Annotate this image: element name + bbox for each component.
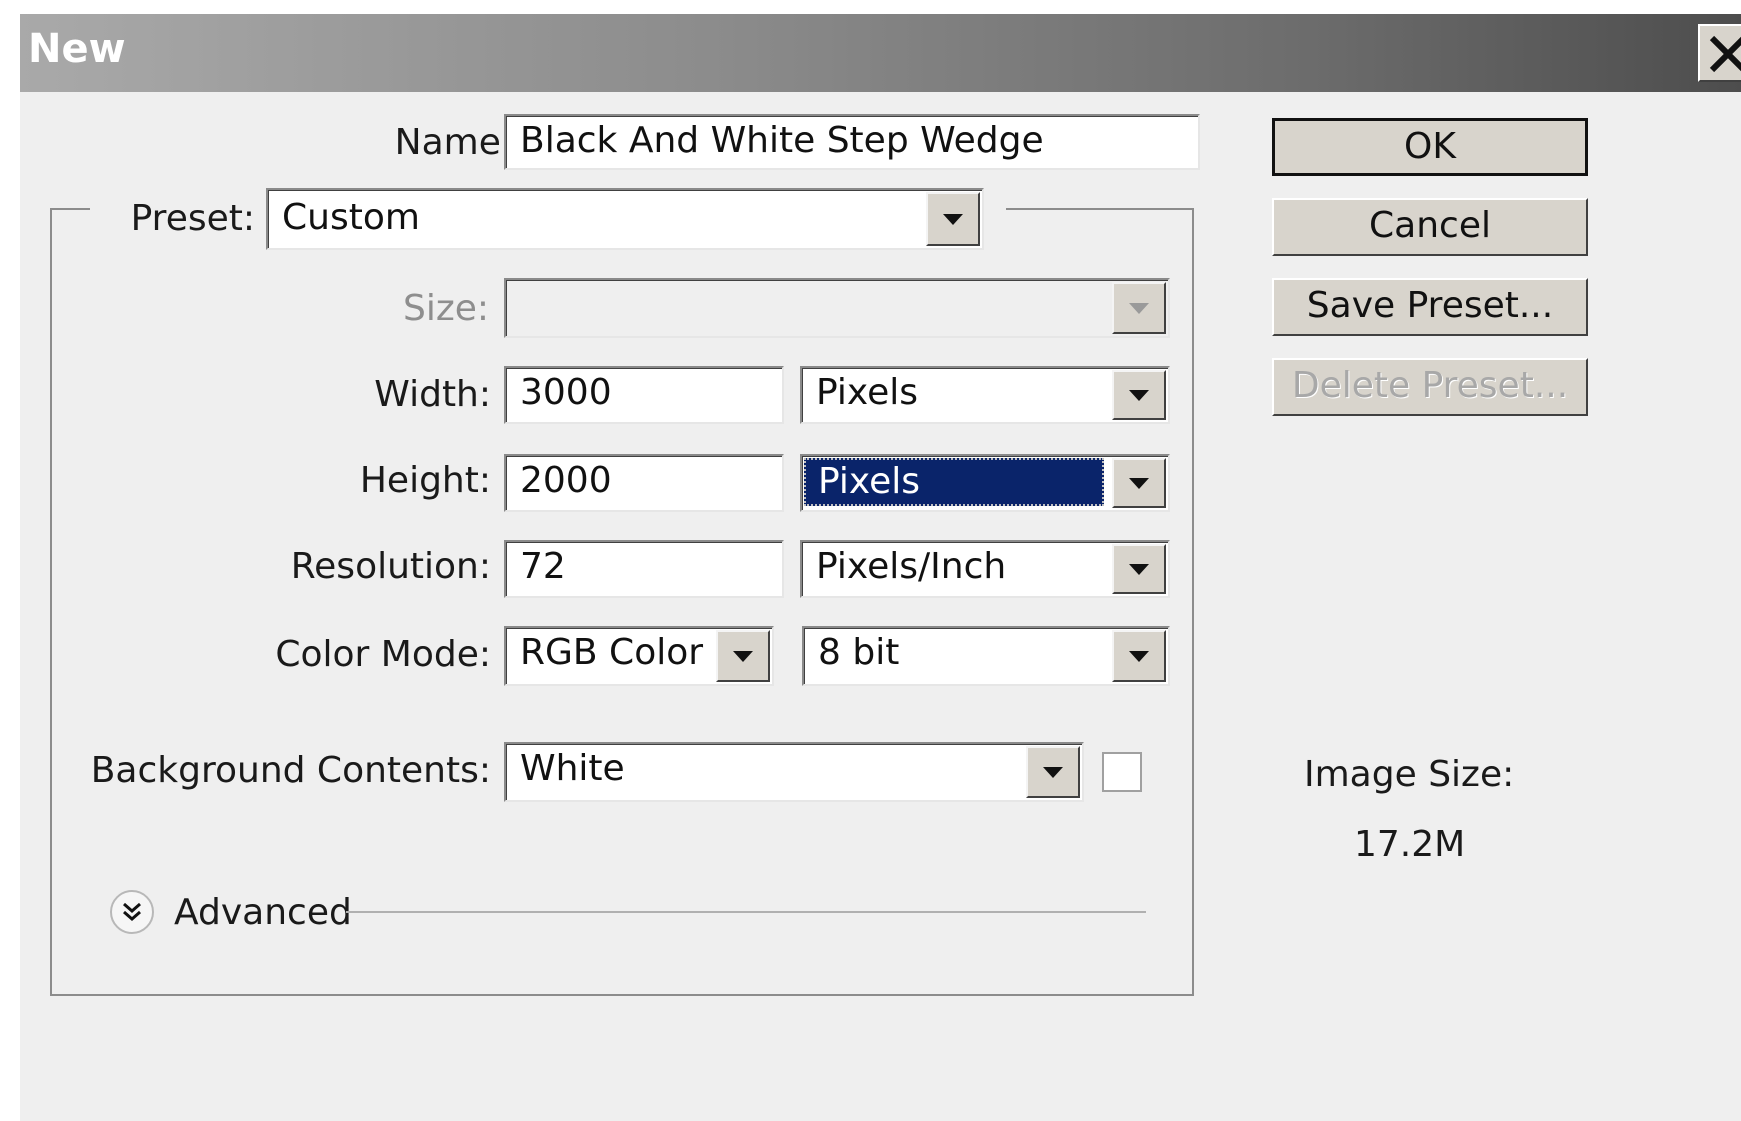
- background-contents-dropdown-button[interactable]: [1026, 746, 1080, 798]
- height-unit-selected: Pixels: [804, 458, 1104, 506]
- title-bar[interactable]: New: [20, 14, 1741, 92]
- background-contents-select[interactable]: White: [504, 742, 1084, 802]
- group-box-top-left: [50, 208, 90, 210]
- dialog-title: New: [28, 26, 126, 72]
- color-mode-dropdown-button[interactable]: [716, 630, 770, 682]
- name-label: Name:: [394, 122, 513, 163]
- preset-select[interactable]: Custom: [266, 188, 984, 250]
- background-contents-label: Background Contents:: [90, 750, 491, 791]
- group-box-bottom: [50, 994, 1194, 996]
- width-unit-dropdown-button[interactable]: [1112, 370, 1166, 420]
- advanced-label[interactable]: Advanced: [174, 892, 352, 933]
- width-label: Width:: [374, 374, 491, 415]
- chevron-down-icon: [1129, 564, 1149, 575]
- advanced-toggle-button[interactable]: [110, 890, 154, 934]
- cancel-button[interactable]: Cancel: [1272, 198, 1588, 256]
- preset-dropdown-button[interactable]: [926, 192, 980, 246]
- chevron-down-icon: [1043, 767, 1063, 778]
- background-color-swatch[interactable]: [1102, 752, 1142, 792]
- size-label: Size:: [402, 288, 489, 329]
- ok-button[interactable]: OK: [1272, 118, 1588, 176]
- chevron-down-icon: [733, 651, 753, 662]
- size-dropdown-button: [1112, 282, 1166, 334]
- new-document-dialog: New Name: Black And White Step Wedge Pre…: [20, 14, 1741, 1121]
- bit-depth-dropdown-button[interactable]: [1112, 630, 1166, 682]
- group-box-right: [1192, 208, 1194, 996]
- resolution-unit-dropdown-button[interactable]: [1112, 544, 1166, 594]
- save-preset-button[interactable]: Save Preset...: [1272, 278, 1588, 336]
- name-input[interactable]: Black And White Step Wedge: [504, 114, 1200, 170]
- delete-preset-button: Delete Preset...: [1272, 358, 1588, 416]
- preset-label: Preset:: [130, 198, 255, 239]
- image-size-value: 17.2M: [1354, 824, 1466, 865]
- height-label: Height:: [359, 460, 491, 501]
- chevron-down-icon: [943, 214, 963, 225]
- width-input[interactable]: 3000: [504, 366, 784, 424]
- group-box-left: [50, 208, 52, 996]
- chevron-down-icon: [1129, 303, 1149, 314]
- group-box-top-right: [1006, 208, 1194, 210]
- resolution-label: Resolution:: [290, 546, 491, 587]
- size-select: [504, 278, 1170, 338]
- height-input[interactable]: 2000: [504, 454, 784, 512]
- image-size-label: Image Size:: [1304, 754, 1515, 795]
- chevron-down-icon: [1129, 651, 1149, 662]
- resolution-input[interactable]: 72: [504, 540, 784, 598]
- close-button[interactable]: [1698, 24, 1741, 82]
- chevron-down-icon: [1129, 390, 1149, 401]
- advanced-separator: [346, 911, 1146, 913]
- color-mode-label: Color Mode:: [275, 634, 491, 675]
- chevron-down-icon: [1129, 478, 1149, 489]
- height-unit-dropdown-button[interactable]: [1112, 458, 1166, 508]
